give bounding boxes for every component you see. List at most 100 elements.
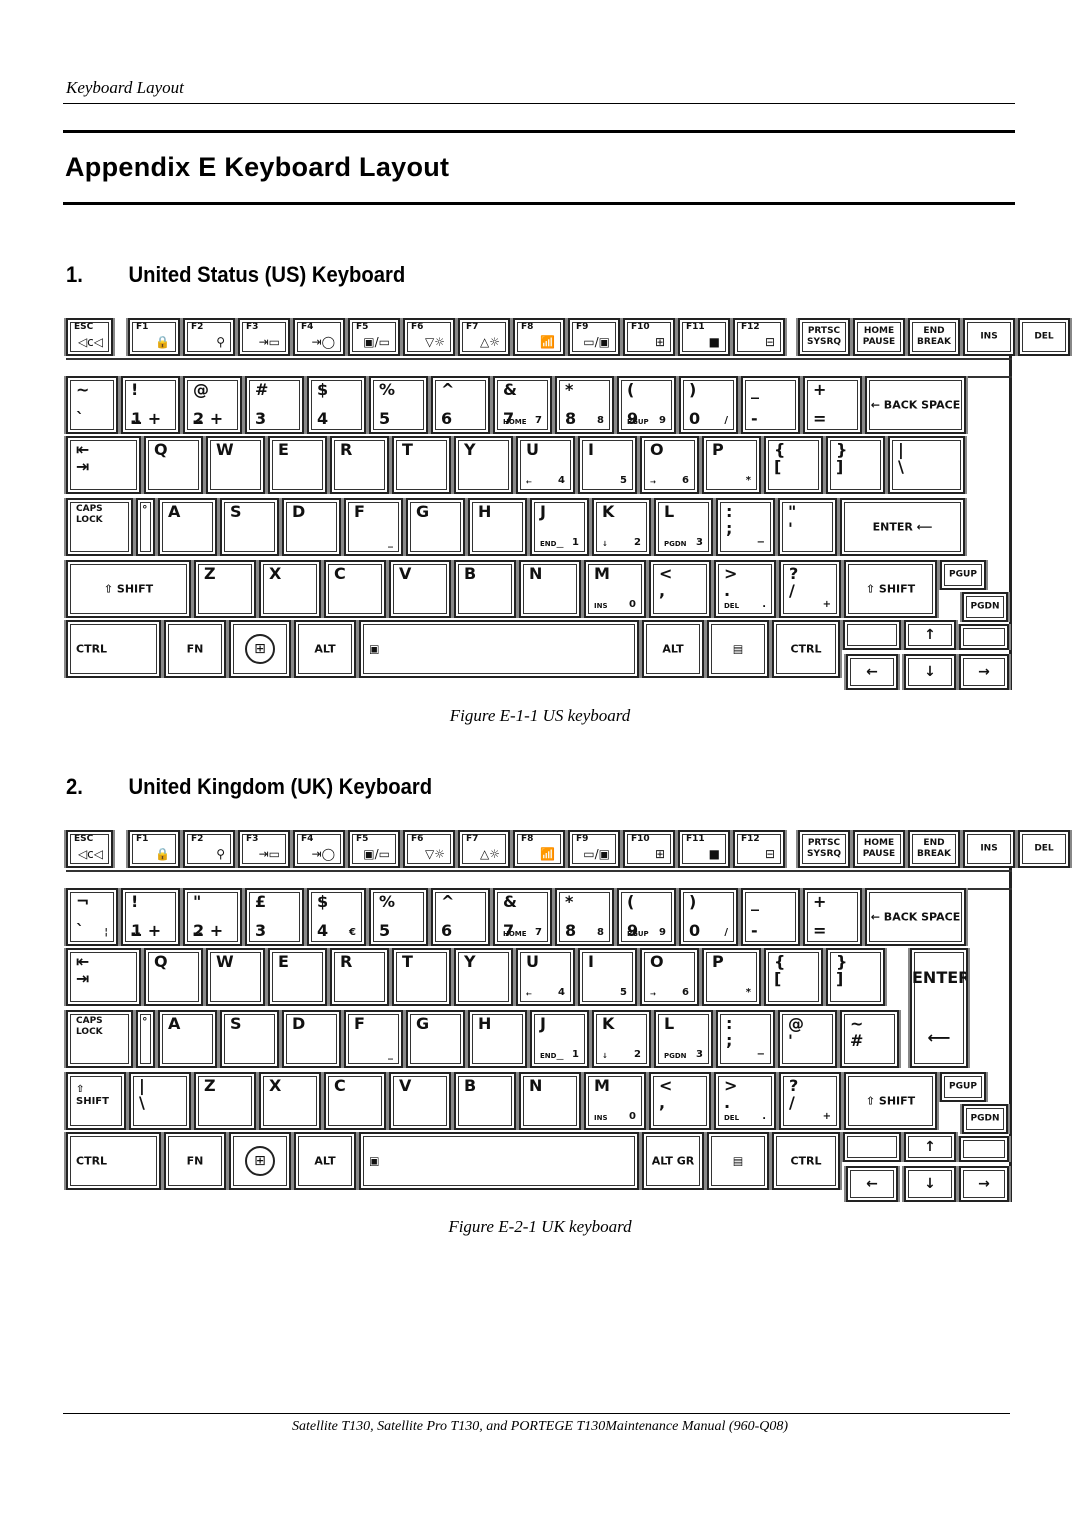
key-c: C [324, 1072, 386, 1130]
key-number-row: & 7 HOME 7 [493, 376, 552, 434]
key-l: L PGDN 3 [654, 1010, 713, 1068]
key-label: DEL [1034, 331, 1054, 342]
key-numpad-value: 5 [620, 475, 627, 486]
key-label: PGDN [970, 1113, 1000, 1124]
key-shift-symbol: ! [131, 892, 139, 911]
key-symbol: > . DEL. [714, 1072, 776, 1130]
key-pgdn: PGDN [962, 592, 1008, 622]
blank-key [959, 1136, 1009, 1162]
key-function-icon: ■ [708, 335, 720, 349]
key-shift-symbol: ¬ [76, 892, 90, 911]
key-alt: ALT [642, 620, 704, 678]
key-function-icon: ⊞ [654, 847, 665, 861]
key-numpad-value: € [349, 927, 356, 938]
key-symbol: > . DEL. [714, 560, 776, 618]
key-number-row: " 2 + ▪▪ [183, 888, 242, 946]
arrow-up-icon: ↑ [924, 627, 936, 643]
key-p: P * [702, 948, 761, 1006]
key-function-icon: △☼ [480, 847, 500, 861]
section-number: 1. [66, 262, 83, 287]
key-label: K [602, 1014, 615, 1033]
key-f5: F5 ▣/▭ [348, 830, 400, 868]
key-numpad-value: + [822, 1111, 831, 1122]
key-f3: F3 ⇥▭ [238, 318, 290, 356]
key-label: F5 [356, 834, 369, 844]
key-numpad-function: → [650, 478, 656, 486]
key-label: M [594, 564, 610, 583]
key-shift-symbol: % [379, 380, 396, 399]
key-h: H [468, 498, 527, 556]
key-l: L PGDN 3 [654, 498, 713, 556]
key-base-symbol: ` [76, 921, 84, 940]
key-label: W [216, 440, 234, 459]
key-base-symbol: - [751, 921, 758, 940]
key-label: U [526, 952, 539, 971]
arrow-down-icon: ↓ [924, 1176, 936, 1192]
key-numpad-value: 0 [629, 1111, 636, 1122]
key-label: F3 [246, 834, 259, 844]
key-label: A [168, 1014, 181, 1033]
key-label: F3 [246, 322, 259, 332]
key-label: ⇤ ⇥ [76, 440, 90, 476]
key-base-symbol: 6 [441, 921, 453, 940]
key-label: CAPS LOCK [76, 1016, 103, 1037]
key-base-symbol: ` [76, 409, 84, 428]
key-label: F11 [686, 322, 705, 332]
key-shift-symbol: * [565, 380, 574, 399]
key-home-pause: HOME PAUSE [853, 830, 905, 868]
key-label: Q [154, 952, 168, 971]
key-label: ⇧ SHIFT [865, 582, 916, 596]
key-v: V [389, 560, 451, 618]
key-label: F4 [301, 834, 314, 844]
key-label: F10 [631, 322, 650, 332]
key-y: Y [454, 436, 513, 494]
key-numpad-function: ↑ [565, 418, 571, 426]
key-symbol: | \ [888, 436, 965, 494]
key-f: F _ [344, 498, 403, 556]
key-arrow-up: ↑ [904, 1132, 956, 1162]
key-numpad-function: ↓ [602, 540, 608, 548]
key-label: ESC [74, 834, 94, 844]
key-del: DEL [1018, 830, 1070, 868]
key-label: < , [659, 1076, 673, 1112]
key-label: F6 [411, 834, 424, 844]
key-function-icon: ◁ⅽ◁ [77, 847, 103, 861]
key-b: B [454, 560, 516, 618]
key-backslash: | \ [129, 1072, 191, 1130]
key-label: ? / [789, 564, 799, 600]
key-f9: F9 ▭/▣ [568, 318, 620, 356]
key-q: Q [144, 436, 203, 494]
key-shift-symbol: ( [627, 380, 635, 399]
key-number-row: * 8 ↑ 8 [555, 376, 614, 434]
key-w: W [206, 436, 265, 494]
key-label: O [650, 440, 664, 459]
key-fn: FN [164, 1132, 226, 1190]
key-label: F12 [741, 322, 760, 332]
key-label: K [602, 502, 615, 521]
figure-caption-uk: Figure E-2-1 UK keyboard [448, 1217, 632, 1236]
key-function-icon: ▣/▭ [363, 335, 390, 349]
key-label: F8 [521, 322, 534, 332]
key-numpad-function: DEL [724, 602, 740, 610]
key-function-icon: ⊟ [764, 335, 775, 349]
key-symbol: < , [649, 560, 711, 618]
key-number-row: ) 0 / [679, 376, 738, 434]
key-arrow-right: → [959, 654, 1009, 690]
key-base-symbol: 4 [317, 409, 329, 428]
key-ctrl: CTRL [66, 620, 161, 678]
key-numpad-function: HOME [503, 418, 527, 426]
key-q: Q [144, 948, 203, 1006]
key-number-row: £3 [245, 888, 304, 946]
key-f2: F2 ⚲ [183, 830, 235, 868]
running-head: Keyboard Layout [66, 78, 184, 97]
key-m: M INS 0 [584, 1072, 646, 1130]
key-number-row: $4 € [307, 888, 366, 946]
key-label: J [540, 502, 546, 521]
key-t: T [392, 948, 451, 1006]
key-label: F [354, 1014, 365, 1033]
key-o: O → 6 [640, 948, 699, 1006]
key-numpad-value: 3 [696, 1049, 703, 1060]
key-label: < , [659, 564, 673, 600]
key-number-row: ← BACK SPACE [865, 376, 966, 434]
key-prtsc-sysrq: PRTSC SYSRQ [798, 318, 850, 356]
